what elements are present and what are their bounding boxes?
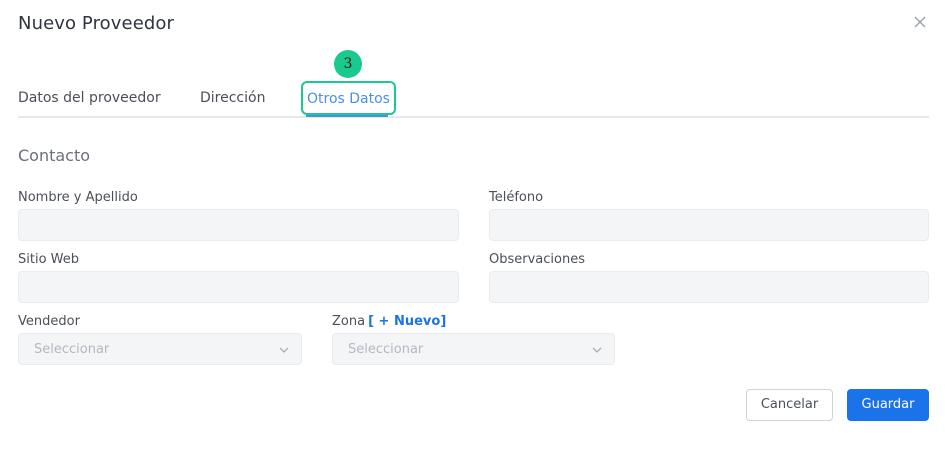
observaciones-input[interactable]: [489, 271, 929, 303]
modal-title: Nuevo Proveedor: [18, 13, 175, 34]
step-badge: 3: [334, 50, 362, 78]
tab-bar: Datos del proveedor Dirección Otros Dato…: [18, 80, 929, 118]
section-title-contacto: Contacto: [18, 146, 91, 165]
zona-label-row: Zona[ + Nuevo]: [332, 314, 446, 329]
close-icon: [914, 16, 926, 28]
vendedor-select[interactable]: Seleccionar: [18, 333, 302, 365]
zona-select[interactable]: Seleccionar: [332, 333, 615, 365]
zona-label: Zona: [332, 314, 366, 329]
active-tab-indicator: [306, 115, 388, 117]
cancel-button[interactable]: Cancelar: [746, 389, 833, 421]
zona-new-link[interactable]: [ + Nuevo]: [368, 314, 446, 329]
sitio-web-input[interactable]: [18, 271, 459, 303]
vendedor-placeholder: Seleccionar: [34, 342, 110, 357]
chevron-down-icon: [590, 343, 604, 357]
nombre-label: Nombre y Apellido: [18, 190, 138, 205]
tab-direccion[interactable]: Dirección: [200, 90, 265, 106]
nombre-input[interactable]: [18, 209, 459, 241]
save-button[interactable]: Guardar: [847, 389, 929, 421]
telefono-label: Teléfono: [489, 190, 544, 205]
tab-otros-datos[interactable]: Otros Datos: [301, 81, 396, 115]
telefono-input[interactable]: [489, 209, 929, 241]
vendedor-label: Vendedor: [18, 314, 80, 329]
close-button[interactable]: [911, 13, 929, 31]
observaciones-label: Observaciones: [489, 252, 585, 267]
sitio-web-label: Sitio Web: [18, 252, 80, 267]
chevron-down-icon: [277, 343, 291, 357]
zona-placeholder: Seleccionar: [348, 342, 424, 357]
tab-datos-proveedor[interactable]: Datos del proveedor: [18, 90, 161, 106]
